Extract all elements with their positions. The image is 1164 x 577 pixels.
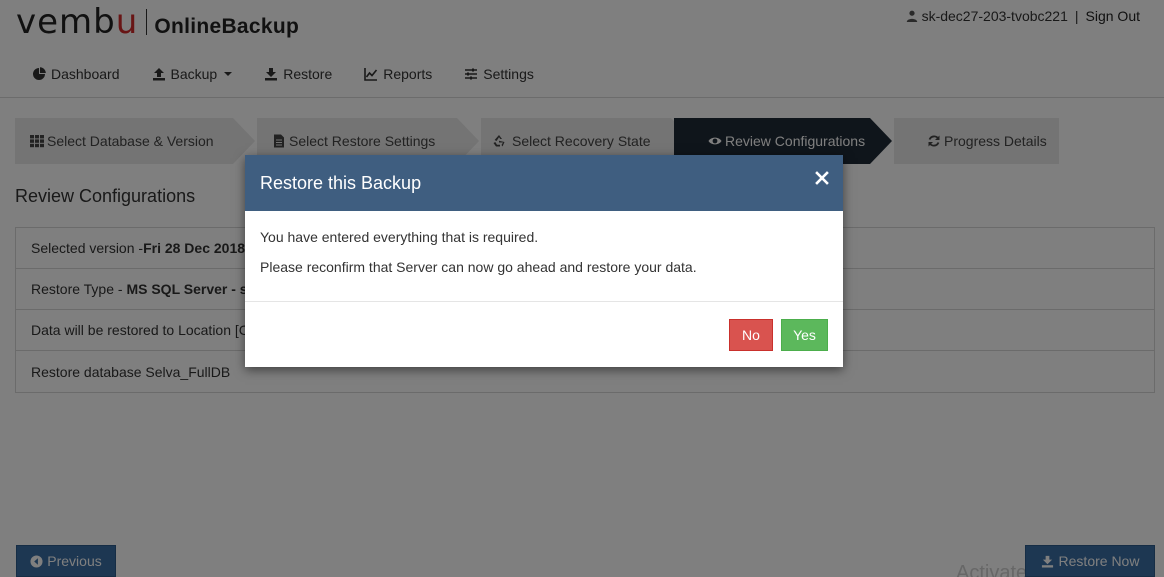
modal-footer: No Yes [245,302,843,367]
modal-title: Restore this Backup [260,172,422,193]
modal-message-line2: Please reconfirm that Server can now go … [260,259,697,275]
no-button[interactable]: No [729,319,773,351]
modal-message-line1: You have entered everything that is requ… [260,229,539,245]
yes-button[interactable]: Yes [781,319,828,351]
modal-body: You have entered everything that is requ… [245,211,843,302]
modal-header: Restore this Backup [245,155,843,211]
restore-confirm-dialog: Restore this Backup You have entered eve… [245,155,843,367]
close-icon[interactable] [815,171,829,185]
